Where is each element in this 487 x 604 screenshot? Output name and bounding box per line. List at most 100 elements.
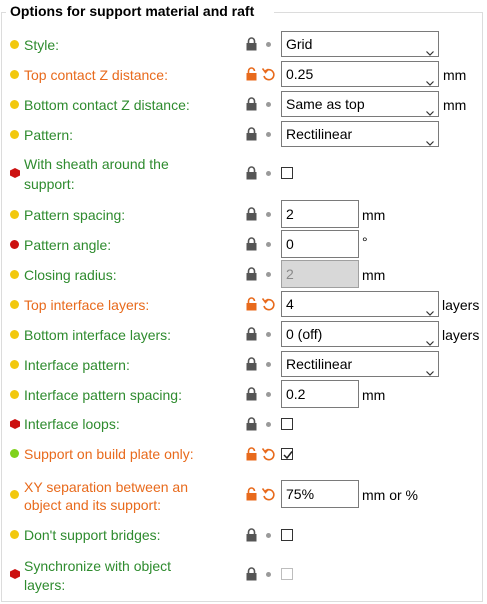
pattern-value: Rectilinear <box>286 126 353 142</box>
simple-mode-dot-icon <box>10 100 19 109</box>
bottom-interface-layers-combo[interactable]: 0 (off) <box>281 321 439 347</box>
with-sheath-label: With sheath around the <box>24 156 169 172</box>
support-build-plate-only-checkbox[interactable] <box>281 448 293 460</box>
bullet-icon <box>266 212 271 217</box>
support-build-plate-only-label: Support on build plate only: <box>24 446 194 462</box>
bullet-icon <box>266 272 271 277</box>
bullet-icon <box>266 42 271 47</box>
bottom-interface-layers-label: Bottom interface layers: <box>24 327 172 343</box>
pattern-label: Pattern: <box>24 127 74 143</box>
xy-separation-label-line2: object and its support: <box>24 497 161 513</box>
chevron-down-icon <box>426 300 434 316</box>
undo-arrow-icon[interactable] <box>262 297 276 311</box>
closing-radius-label: Closing radius: <box>24 267 117 283</box>
expert-mode-dot-icon <box>10 449 19 458</box>
lock-icon[interactable] <box>246 387 257 401</box>
interface-pattern-spacing-input[interactable]: 0.2 <box>281 380 359 408</box>
closing-radius-input: 2 <box>281 260 359 288</box>
lock-icon[interactable] <box>246 267 257 281</box>
simple-mode-dot-icon <box>10 490 19 499</box>
simple-mode-dot-icon <box>10 360 19 369</box>
simple-mode-dot-icon <box>10 210 19 219</box>
xy-separation-label: XY separation between an <box>24 479 188 495</box>
undo-arrow-icon[interactable] <box>262 447 276 461</box>
unlock-icon[interactable] <box>246 487 257 501</box>
undo-arrow-icon[interactable] <box>262 67 276 81</box>
top-contact-z-unit: mm <box>443 67 467 83</box>
synchronize-object-layers-checkbox <box>281 568 293 580</box>
bottom-contact-z-unit: mm <box>443 97 467 113</box>
interface-loops-checkbox[interactable] <box>281 418 293 430</box>
with-sheath-label-line2: support: <box>24 176 75 192</box>
interface-pattern-value: Rectilinear <box>286 356 353 372</box>
dont-support-bridges-checkbox[interactable] <box>281 529 293 541</box>
simple-mode-dot-icon <box>10 70 19 79</box>
pattern-spacing-input[interactable]: 2 <box>281 200 359 228</box>
simple-mode-dot-icon <box>10 40 19 49</box>
xy-separation-input[interactable]: 75% <box>281 480 359 508</box>
pattern-select[interactable]: Rectilinear <box>281 121 439 147</box>
lock-icon[interactable] <box>246 166 257 180</box>
bullet-icon <box>266 332 271 337</box>
style-select[interactable]: Grid <box>281 31 439 57</box>
undo-arrow-icon[interactable] <box>262 487 276 501</box>
top-contact-z-combo[interactable]: 0.25 <box>281 61 439 87</box>
interface-pattern-spacing-unit: mm <box>362 387 386 403</box>
chevron-down-icon <box>426 70 434 86</box>
simple-mode-dot-icon <box>10 530 19 539</box>
unlock-icon[interactable] <box>246 447 257 461</box>
group-title: Options for support material and raft <box>8 3 257 19</box>
checkmark-icon <box>283 451 293 460</box>
lock-icon[interactable] <box>246 237 257 251</box>
top-interface-layers-combo[interactable]: 4 <box>281 291 439 317</box>
unlock-icon[interactable] <box>246 67 257 81</box>
bottom-contact-z-label: Bottom contact Z distance: <box>24 97 190 113</box>
with-sheath-checkbox[interactable] <box>281 167 293 179</box>
style-value: Grid <box>286 36 313 52</box>
lock-icon[interactable] <box>246 207 257 221</box>
simple-mode-dot-icon <box>10 130 19 139</box>
bullet-icon <box>266 572 271 577</box>
top-interface-layers-unit: layers <box>442 297 480 313</box>
chevron-down-icon <box>426 40 434 56</box>
bullet-icon <box>266 171 271 176</box>
lock-icon[interactable] <box>246 327 257 341</box>
top-contact-z-value: 0.25 <box>286 66 314 82</box>
chevron-down-icon <box>426 330 434 346</box>
pattern-angle-input[interactable]: 0 <box>281 230 359 258</box>
interface-pattern-spacing-label: Interface pattern spacing: <box>24 387 182 403</box>
simple-mode-dot-icon <box>10 330 19 339</box>
dont-support-bridges-label: Don't support bridges: <box>24 527 161 543</box>
pattern-angle-label: Pattern angle: <box>24 237 112 253</box>
lock-icon[interactable] <box>246 37 257 51</box>
bullet-icon <box>266 102 271 107</box>
bottom-contact-z-value: Same as top <box>286 96 365 112</box>
pattern-spacing-label: Pattern spacing: <box>24 207 126 223</box>
synchronize-object-layers-label-line2: layers: <box>24 577 66 593</box>
unlock-icon[interactable] <box>246 297 257 311</box>
pattern-spacing-unit: mm <box>362 207 386 223</box>
bullet-icon <box>266 362 271 367</box>
interface-loops-label: Interface loops: <box>24 416 120 432</box>
lock-icon[interactable] <box>246 127 257 141</box>
advanced-mode-dot-icon <box>10 240 19 249</box>
top-contact-z-label: Top contact Z distance: <box>24 67 168 83</box>
bullet-icon <box>266 132 271 137</box>
bottom-contact-z-combo[interactable]: Same as top <box>281 91 439 117</box>
chevron-down-icon <box>426 360 434 376</box>
interface-pattern-label: Interface pattern: <box>24 357 130 373</box>
pattern-angle-unit: ° <box>362 234 368 250</box>
lock-icon[interactable] <box>246 567 257 581</box>
chevron-down-icon <box>426 130 434 146</box>
lock-icon[interactable] <box>246 97 257 111</box>
lock-icon[interactable] <box>246 417 257 431</box>
closing-radius-unit: mm <box>362 267 386 283</box>
bullet-icon <box>266 392 271 397</box>
top-interface-layers-label: Top interface layers: <box>24 297 150 313</box>
lock-icon[interactable] <box>246 357 257 371</box>
lock-icon[interactable] <box>246 528 257 542</box>
synchronize-object-layers-label: Synchronize with object <box>24 558 172 574</box>
chevron-down-icon <box>426 100 434 116</box>
xy-separation-unit: mm or % <box>362 487 418 503</box>
interface-pattern-select[interactable]: Rectilinear <box>281 351 439 377</box>
